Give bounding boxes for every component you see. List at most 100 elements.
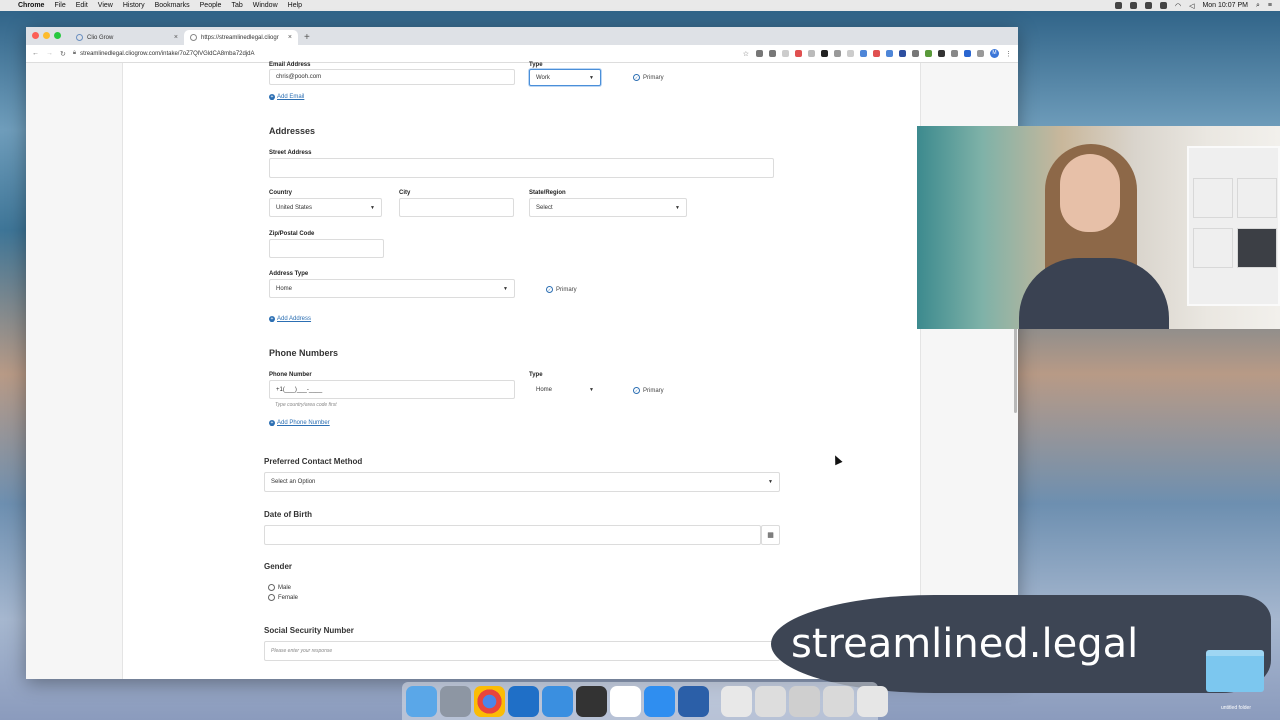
menu-list-icon[interactable]: ≡ (1268, 2, 1272, 9)
desktop-folder-label[interactable]: untitled folder (1200, 705, 1272, 711)
phone-type-select[interactable]: Home ▼ (529, 380, 601, 399)
preferred-contact-method-select[interactable]: Select an Option ▼ (264, 472, 780, 492)
email-type-select[interactable]: Work ▼ (529, 69, 601, 86)
menu-view[interactable]: View (98, 2, 113, 9)
chevron-down-icon: ▼ (589, 386, 594, 393)
macos-dock (402, 682, 888, 720)
street-address-field[interactable] (269, 158, 774, 178)
extension-icon[interactable] (899, 50, 906, 57)
slack-icon[interactable] (610, 685, 641, 717)
extension-icon[interactable] (756, 50, 763, 57)
status-icon[interactable] (1129, 2, 1137, 9)
phone-number-field[interactable]: +1(___)___-____ (269, 380, 515, 399)
wifi-icon[interactable]: ◠ (1175, 2, 1181, 10)
extension-icon[interactable] (821, 50, 828, 57)
status-icon[interactable] (1114, 2, 1122, 9)
status-icon[interactable] (1159, 2, 1167, 9)
launchpad-icon[interactable] (440, 685, 471, 717)
extension-icon[interactable] (834, 50, 841, 57)
close-window-button[interactable] (32, 32, 39, 39)
menu-file[interactable]: File (54, 2, 65, 9)
state-region-select[interactable]: Select ▼ (529, 198, 687, 217)
extension-icon[interactable] (847, 50, 854, 57)
document-icon[interactable] (789, 685, 820, 717)
menu-edit[interactable]: Edit (76, 2, 88, 9)
address-type-select[interactable]: Home ▼ (269, 279, 515, 298)
phone-number-label: Phone Number (269, 372, 312, 378)
add-phone-number-link[interactable]: + Add Phone Number (269, 420, 330, 426)
close-tab-icon[interactable]: × (288, 34, 292, 41)
folder-icon[interactable] (1206, 650, 1264, 692)
bookshelf-background (1187, 146, 1280, 306)
extension-icon[interactable] (951, 50, 958, 57)
status-icon[interactable] (1144, 2, 1152, 9)
menu-history[interactable]: History (123, 2, 145, 9)
document-icon[interactable] (755, 685, 786, 717)
extension-icon[interactable] (912, 50, 919, 57)
menu-tab[interactable]: Tab (231, 2, 242, 9)
reload-icon[interactable]: ↻ (60, 50, 66, 58)
menu-window[interactable]: Window (253, 2, 278, 9)
add-address-link[interactable]: + Add Address (269, 316, 311, 322)
new-tab-button[interactable]: + (298, 30, 316, 45)
menubar-app-name[interactable]: Chrome (18, 2, 44, 9)
chrome-icon[interactable] (474, 685, 505, 717)
live-streaming-icon[interactable] (678, 685, 709, 717)
phone-primary-toggle[interactable]: ✓ Primary (633, 387, 664, 394)
extension-icon[interactable] (860, 50, 867, 57)
extension-icon[interactable] (938, 50, 945, 57)
city-field[interactable] (399, 198, 514, 217)
back-icon[interactable]: ← (32, 50, 39, 57)
finder-icon[interactable] (406, 685, 437, 717)
calendar-button[interactable]: ▦ (761, 525, 780, 545)
minimize-window-button[interactable] (43, 32, 50, 39)
tab-clio-grow[interactable]: Clio Grow × (70, 30, 184, 45)
extension-icon[interactable] (964, 50, 971, 57)
gender-option-female[interactable]: Female (268, 594, 298, 601)
extension-icon[interactable] (886, 50, 893, 57)
gender-option-male[interactable]: Male (268, 584, 291, 591)
extension-icon[interactable] (782, 50, 789, 57)
email-primary-toggle[interactable]: ✓ Primary (633, 74, 664, 81)
lock-icon[interactable]: 🔒︎ (73, 50, 76, 57)
tab-intake-form[interactable]: https://streamlinedlegal.cliogr × (184, 30, 298, 45)
app-r-icon[interactable] (508, 685, 539, 717)
check-circle-icon: ✓ (546, 286, 553, 293)
email-field[interactable]: chris@pooh.com (269, 69, 515, 85)
address-bar[interactable]: 🔒︎ streamlinedlegal.cliogrow.com/intake/… (73, 48, 736, 60)
volume-icon[interactable]: ◁ (1189, 2, 1194, 10)
extension-icon[interactable] (925, 50, 932, 57)
menu-people[interactable]: People (200, 2, 222, 9)
bookmark-star-icon[interactable]: ☆ (743, 50, 749, 58)
browser-menu-icon[interactable]: ⋮ (1005, 50, 1012, 58)
menubar-clock[interactable]: Mon 10:07 PM (1202, 2, 1248, 9)
extension-icon[interactable] (873, 50, 880, 57)
extension-icon[interactable] (795, 50, 802, 57)
document-icon[interactable] (721, 685, 752, 717)
extension-icon[interactable] (977, 50, 984, 57)
printer-icon[interactable] (576, 685, 607, 717)
menu-bookmarks[interactable]: Bookmarks (155, 2, 190, 9)
extension-icon[interactable] (808, 50, 815, 57)
forward-icon[interactable]: → (46, 50, 53, 57)
url-text[interactable]: streamlinedlegal.cliogrow.com/intake/7oZ… (80, 51, 254, 57)
address-primary-toggle[interactable]: ✓ Primary (546, 286, 577, 293)
radio-button[interactable] (268, 584, 275, 591)
ssn-field[interactable]: Please enter your response (264, 641, 780, 661)
trash-icon[interactable] (857, 685, 888, 717)
country-select[interactable]: United States ▼ (269, 198, 382, 217)
close-tab-icon[interactable]: × (174, 34, 178, 41)
zoom-window-button[interactable] (54, 32, 61, 39)
add-email-link[interactable]: + Add Email (269, 94, 304, 100)
profile-avatar[interactable]: M (990, 49, 999, 58)
search-icon[interactable]: ⌕ (1256, 2, 1260, 10)
zip-code-field[interactable] (269, 239, 384, 258)
plus-circle-icon: + (269, 420, 275, 426)
extension-icon[interactable] (769, 50, 776, 57)
ringcentral-icon[interactable] (542, 685, 573, 717)
date-of-birth-field[interactable] (264, 525, 761, 545)
document-icon[interactable] (823, 685, 854, 717)
menu-help[interactable]: Help (288, 2, 302, 9)
messages-icon[interactable] (644, 685, 675, 717)
radio-button[interactable] (268, 594, 275, 601)
